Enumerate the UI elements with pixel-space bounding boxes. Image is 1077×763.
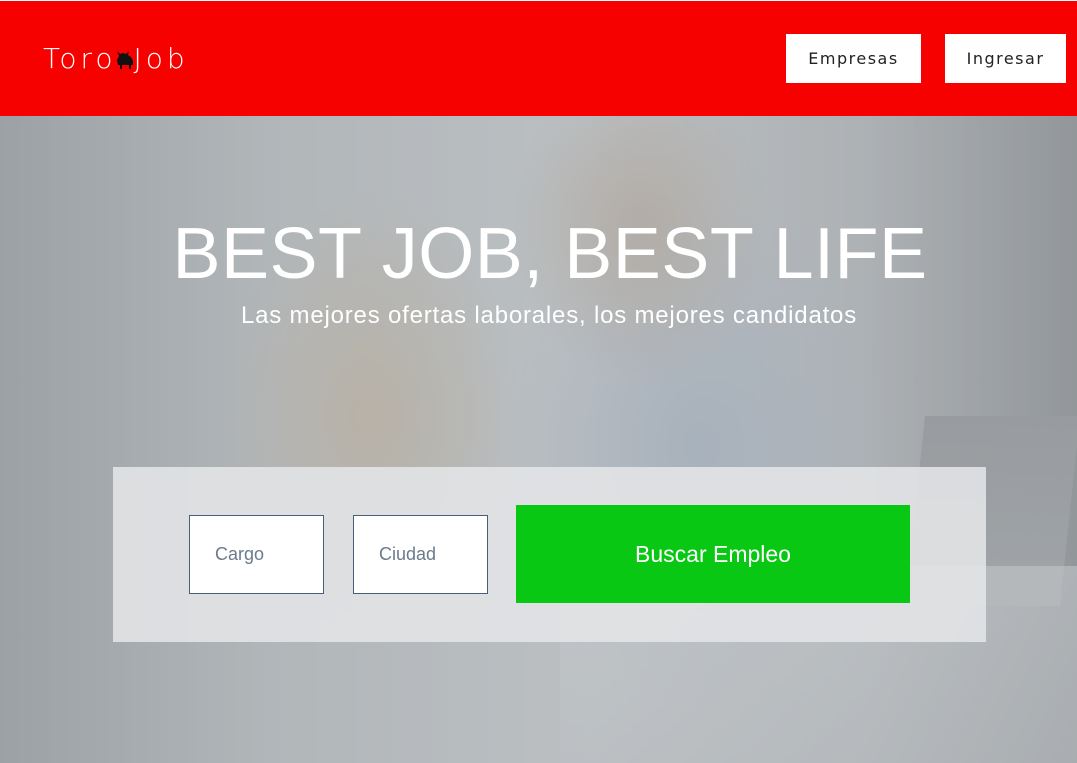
cargo-input[interactable] bbox=[189, 515, 324, 594]
nav-actions: Empresas Ingresar bbox=[786, 34, 1066, 83]
ingresar-button[interactable]: Ingresar bbox=[945, 34, 1066, 83]
brand-logo[interactable]: Toro Job bbox=[43, 42, 189, 75]
top-navbar: Toro Job Empresas Ingresar bbox=[0, 0, 1077, 116]
brand-name-part1: Toro bbox=[43, 42, 117, 75]
ciudad-input[interactable] bbox=[353, 515, 488, 594]
search-panel: Buscar Empleo bbox=[113, 467, 986, 642]
buscar-empleo-button[interactable]: Buscar Empleo bbox=[516, 505, 910, 603]
brand-name-part2: Job bbox=[133, 42, 189, 75]
hero-title: BEST JOB, BEST LIFE bbox=[172, 214, 928, 294]
hero-subtitle: Las mejores ofertas laborales, los mejor… bbox=[240, 302, 858, 329]
bull-icon bbox=[114, 47, 136, 71]
empresas-button[interactable]: Empresas bbox=[786, 34, 921, 83]
